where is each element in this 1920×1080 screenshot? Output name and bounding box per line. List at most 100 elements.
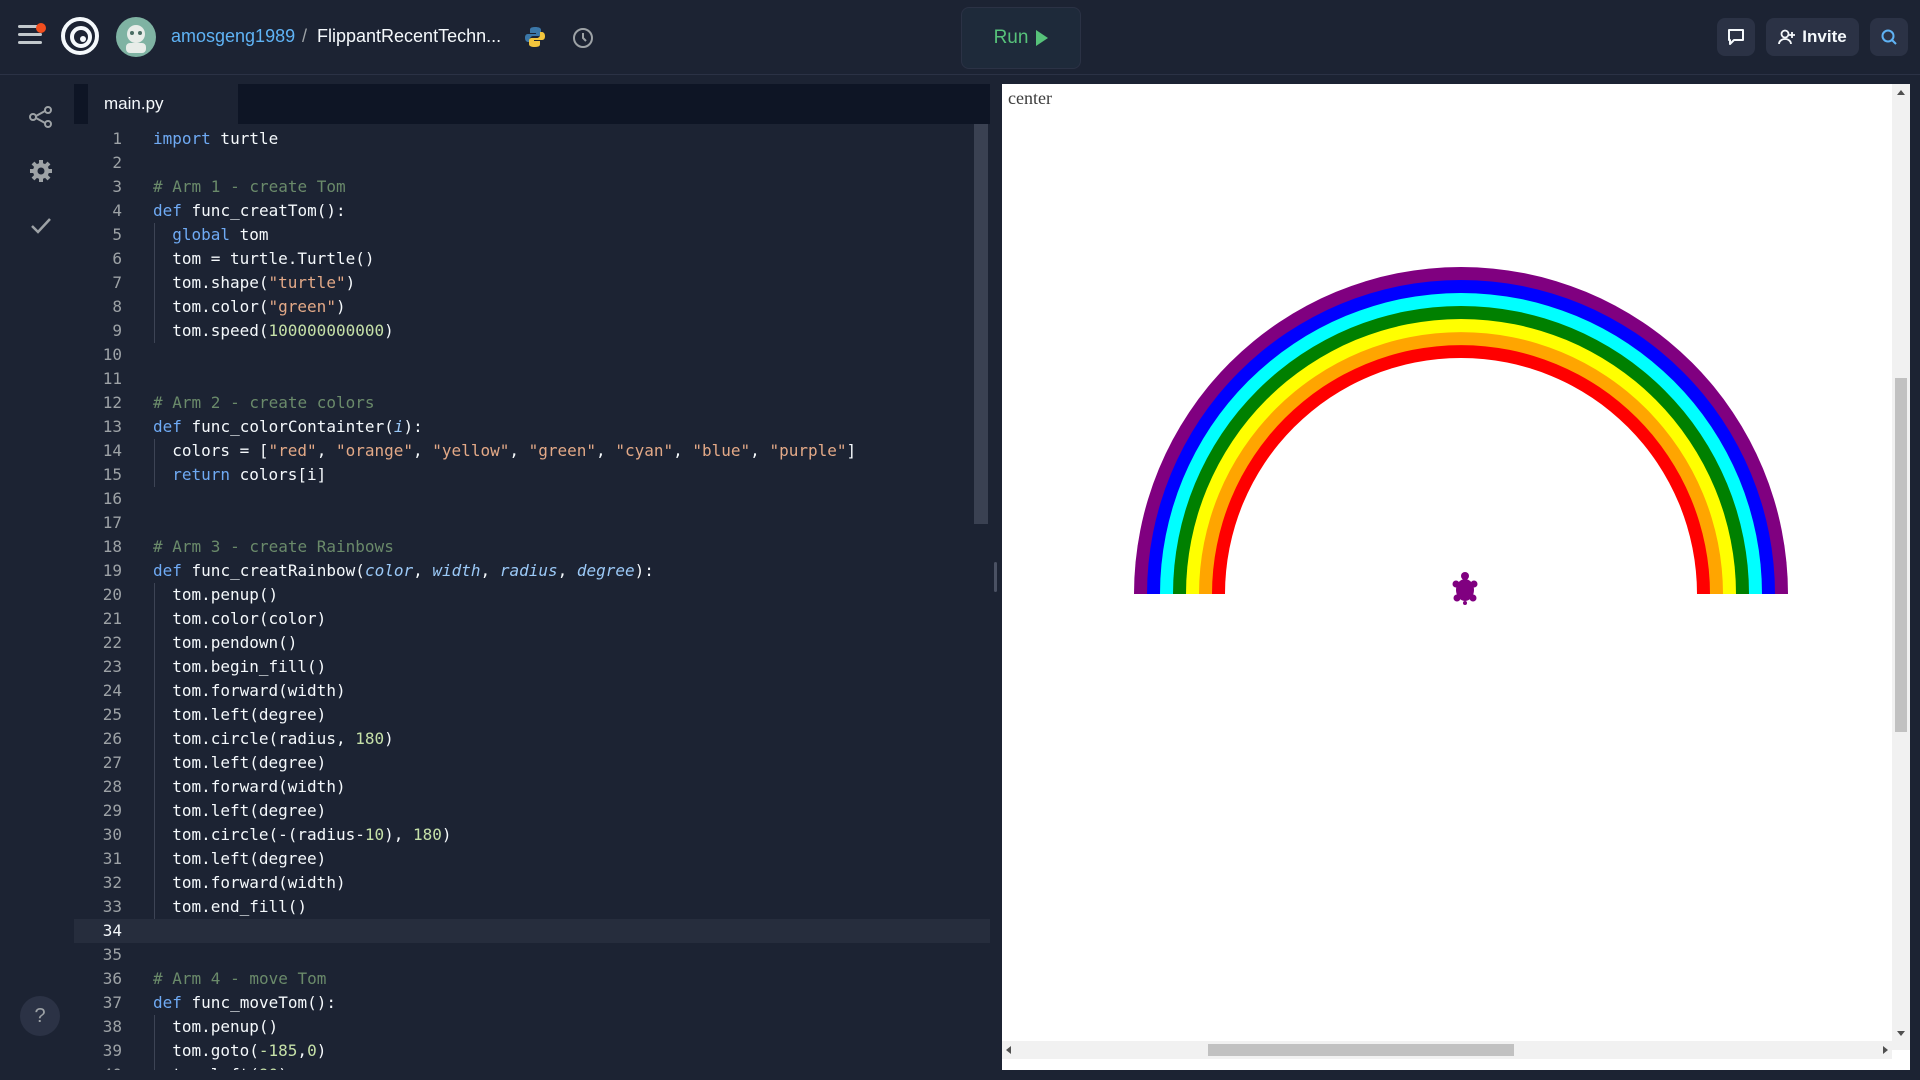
code-line[interactable]: 1 import turtle	[74, 127, 990, 151]
code-line[interactable]: 21 tom.color(color)	[74, 607, 990, 631]
code-line[interactable]: 8 tom.color("green")	[74, 295, 990, 319]
help-button[interactable]: ?	[20, 996, 60, 1036]
code-line[interactable]: 39 tom.goto(-185,0)	[74, 1039, 990, 1063]
code-line[interactable]: 23 tom.begin_fill()	[74, 655, 990, 679]
code-line[interactable]: 34	[74, 919, 990, 943]
gear-icon[interactable]	[28, 158, 54, 184]
code-token: turtle	[210, 129, 279, 148]
code-line[interactable]: 35	[74, 943, 990, 967]
code-line[interactable]: 19 def func_creatRainbow(color, width, ra…	[74, 559, 990, 583]
output-vertical-scroll-thumb[interactable]	[1895, 378, 1907, 732]
share-icon[interactable]	[28, 104, 54, 130]
code-line[interactable]: 37 def func_moveTom():	[74, 991, 990, 1015]
python-icon[interactable]	[524, 26, 546, 48]
code-line[interactable]: 4 def func_creatTom():	[74, 199, 990, 223]
code-line[interactable]: 5 global tom	[74, 223, 990, 247]
code-line[interactable]: 25 tom.left(degree)	[74, 703, 990, 727]
line-source: # Arm 1 - create Tom	[153, 175, 346, 199]
search-button[interactable]	[1870, 18, 1908, 56]
code-line[interactable]: 9 tom.speed(100000000000)	[74, 319, 990, 343]
code-token: -185	[258, 1041, 298, 1060]
code-line[interactable]: 13 def func_colorContainter(i):	[74, 415, 990, 439]
line-number: 11	[102, 369, 122, 388]
code-token: "yellow"	[432, 441, 510, 460]
code-area[interactable]: 1 import turtle 2 3 # Arm 1 - create Tom 4 def…	[74, 124, 990, 1070]
code-line[interactable]: 26 tom.circle(radius, 180)	[74, 727, 990, 751]
indent-guide	[154, 1063, 155, 1070]
line-source: def func_creatRainbow(color, width, radi…	[153, 559, 654, 583]
avatar[interactable]	[116, 17, 156, 57]
chat-button[interactable]	[1717, 18, 1755, 56]
code-line[interactable]: 6 tom = turtle.Turtle()	[74, 247, 990, 271]
line-number: 5	[112, 225, 122, 244]
code-line[interactable]: 14 colors = ["red", "orange", "yellow", "…	[74, 439, 990, 463]
code-line[interactable]: 36 # Arm 4 - move Tom	[74, 967, 990, 991]
code-token: tom.left(degree)	[172, 801, 327, 820]
replit-logo-icon[interactable]	[60, 16, 100, 56]
repl-name[interactable]: FlippantRecentTechn...	[317, 26, 501, 47]
code-token: 10	[364, 825, 385, 844]
indent-guide	[154, 655, 155, 679]
code-line[interactable]: 33 tom.end_fill()	[74, 895, 990, 919]
code-line[interactable]: 7 tom.shape("turtle")	[74, 271, 990, 295]
code-line[interactable]: 27 tom.left(degree)	[74, 751, 990, 775]
scroll-up-arrow[interactable]	[1897, 90, 1905, 95]
code-line[interactable]: 38 tom.penup()	[74, 1015, 990, 1039]
tab-main-py[interactable]: main.py	[88, 84, 238, 124]
output-horizontal-scroll-thumb[interactable]	[1208, 1044, 1514, 1056]
check-icon[interactable]	[28, 212, 54, 238]
code-token: func_colorContainter(	[181, 417, 394, 436]
add-user-icon	[1778, 29, 1796, 45]
code-token: # Arm 3 - create Rainbows	[153, 537, 394, 556]
code-line[interactable]: 15 return colors[i]	[74, 463, 990, 487]
code-line[interactable]: 22 tom.pendown()	[74, 631, 990, 655]
line-source: tom.pendown()	[172, 631, 297, 655]
line-source: tom.color("green")	[172, 295, 345, 319]
code-line[interactable]: 20 tom.penup()	[74, 583, 990, 607]
code-token: # Arm 4 - move Tom	[153, 969, 327, 988]
indent-guide	[154, 775, 155, 799]
code-line[interactable]: 32 tom.forward(width)	[74, 871, 990, 895]
code-line[interactable]: 17	[74, 511, 990, 535]
owner-link[interactable]: amosgeng1989	[171, 26, 295, 47]
scroll-down-arrow[interactable]	[1897, 1031, 1905, 1036]
editor-scrollbar[interactable]	[974, 124, 988, 524]
code-token: degree	[576, 561, 635, 580]
code-token: radius	[499, 561, 558, 580]
code-token: tom.forward(width)	[172, 873, 346, 892]
code-line[interactable]: 3 # Arm 1 - create Tom	[74, 175, 990, 199]
code-token: "turtle"	[268, 273, 346, 292]
invite-button[interactable]: Invite	[1766, 18, 1859, 56]
code-line[interactable]: 16	[74, 487, 990, 511]
divider-handle[interactable]	[994, 562, 997, 592]
code-line[interactable]: 40 tom.left(90)	[74, 1063, 990, 1070]
code-editor: main.py 1 import turtle 2 3 # Arm 1 - create…	[74, 84, 990, 1070]
line-number: 33	[102, 897, 122, 916]
code-line[interactable]: 28 tom.forward(width)	[74, 775, 990, 799]
code-line[interactable]: 31 tom.left(degree)	[74, 847, 990, 871]
search-icon	[1881, 29, 1897, 45]
line-source: # Arm 3 - create Rainbows	[153, 535, 394, 559]
run-button[interactable]: Run	[961, 7, 1081, 69]
code-line[interactable]: 2	[74, 151, 990, 175]
code-line[interactable]: 12 # Arm 2 - create colors	[74, 391, 990, 415]
pane-divider[interactable]	[990, 84, 1002, 1070]
code-line[interactable]: 10	[74, 343, 990, 367]
code-token: "green"	[528, 441, 597, 460]
code-line[interactable]: 24 tom.forward(width)	[74, 679, 990, 703]
code-token: ,	[509, 441, 529, 460]
history-icon[interactable]	[571, 26, 595, 50]
scroll-right-arrow[interactable]	[1883, 1046, 1888, 1054]
code-line[interactable]: 30 tom.circle(-(radius-10), 180)	[74, 823, 990, 847]
code-token: def	[153, 201, 182, 220]
line-source: # Arm 2 - create colors	[153, 391, 375, 415]
code-token: tom.pendown()	[172, 633, 298, 652]
line-source: tom.color(color)	[172, 607, 326, 631]
code-line[interactable]: 11	[74, 367, 990, 391]
code-token: tom.begin_fill()	[172, 657, 327, 676]
scroll-left-arrow[interactable]	[1006, 1046, 1011, 1054]
code-line[interactable]: 29 tom.left(degree)	[74, 799, 990, 823]
code-line[interactable]: 18 # Arm 3 - create Rainbows	[74, 535, 990, 559]
code-token: tom.color(color)	[172, 609, 327, 628]
code-token: ,	[557, 561, 577, 580]
